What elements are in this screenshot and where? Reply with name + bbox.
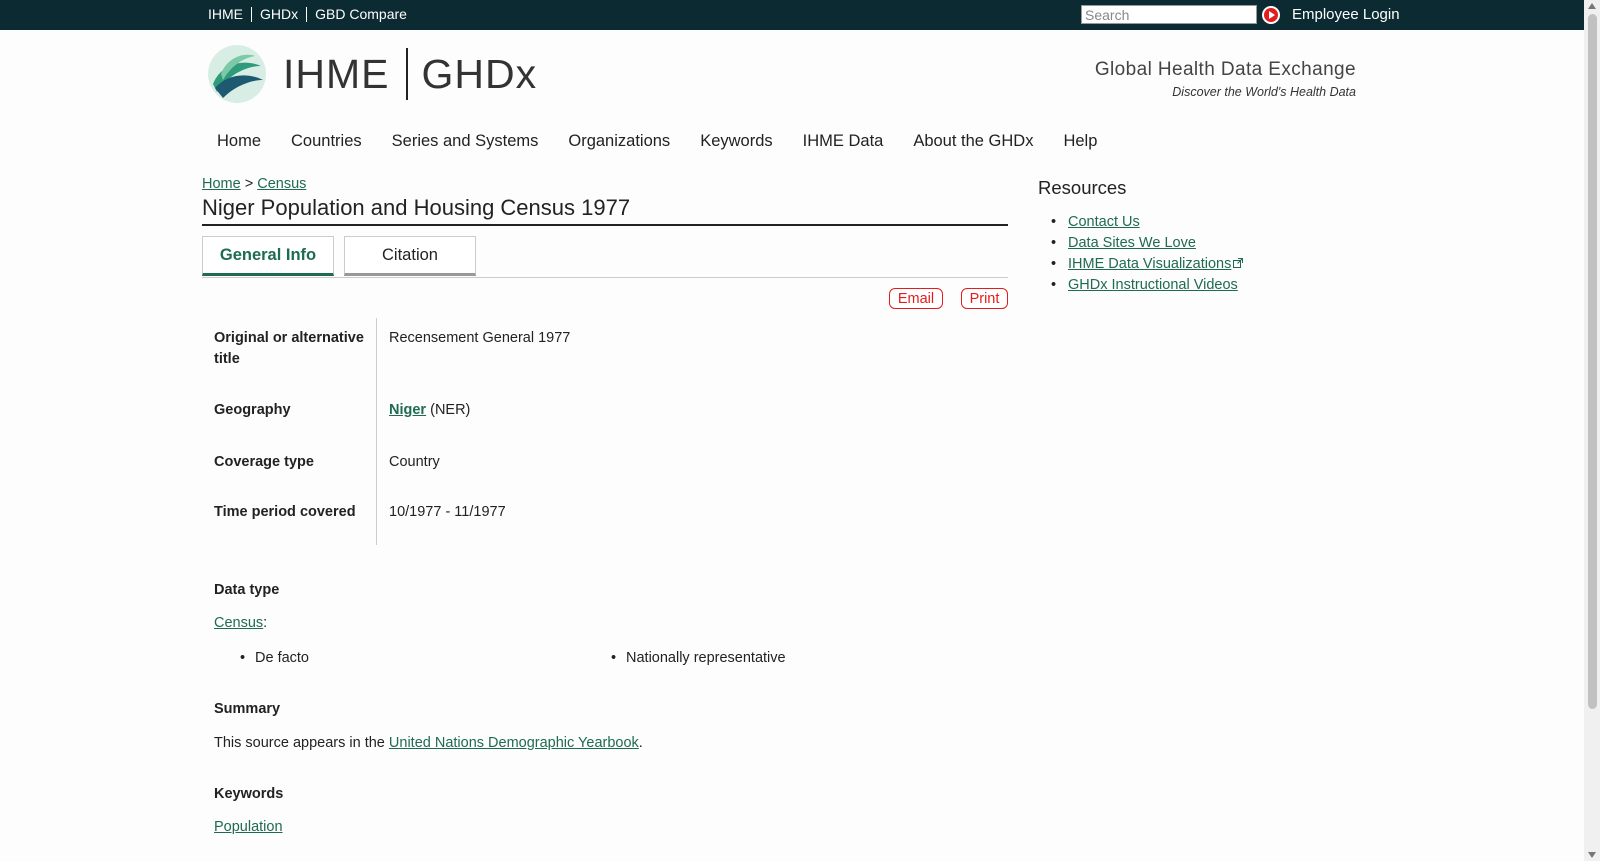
nav-organizations[interactable]: Organizations xyxy=(553,132,685,151)
search-submit-button[interactable] xyxy=(1262,6,1280,24)
info-row-alt-title: Original or alternative title Recensemen… xyxy=(214,318,1008,391)
logo-ghdx-text: GHDx xyxy=(421,50,538,97)
search-input[interactable] xyxy=(1081,5,1257,24)
nav-help[interactable]: Help xyxy=(1048,132,1112,151)
print-button[interactable]: Print xyxy=(961,288,1008,309)
nav-keywords[interactable]: Keywords xyxy=(685,132,787,151)
time-period-value: 10/1977 - 11/1977 xyxy=(389,504,506,520)
info-row-coverage: Coverage type Country xyxy=(214,444,1008,496)
keywords-heading: Keywords xyxy=(214,786,284,802)
page-title: Niger Population and Housing Census 1977 xyxy=(202,195,1008,226)
resources-list: Contact Us Data Sites We Love IHME Data … xyxy=(1051,214,1244,298)
coverage-value: Country xyxy=(389,454,440,470)
main-nav: Home Countries Series and Systems Organi… xyxy=(202,132,1112,151)
keyword-population-link[interactable]: Population xyxy=(214,819,283,835)
resources-item: IHME Data Visualizations xyxy=(1051,256,1244,277)
top-links: IHME GHDx GBD Compare xyxy=(202,7,415,22)
scroll-thumb[interactable] xyxy=(1588,14,1597,709)
nav-countries[interactable]: Countries xyxy=(276,132,377,151)
alt-title-label: Original or alternative title xyxy=(214,318,377,391)
top-link-gbd-compare[interactable]: GBD Compare xyxy=(307,7,415,22)
tab-bar: General Info Citation xyxy=(202,236,1008,278)
resources-title: Resources xyxy=(1038,177,1127,198)
tab-general-info[interactable]: General Info xyxy=(202,236,334,276)
geography-value: Niger (NER) xyxy=(377,391,470,444)
coverage-label: Coverage type xyxy=(214,444,377,496)
top-link-ihme[interactable]: IHME xyxy=(202,7,252,22)
scroll-up-arrow-icon[interactable] xyxy=(1588,3,1596,9)
data-type-census-link[interactable]: Census xyxy=(214,615,263,631)
site-logo[interactable]: IHME GHDx xyxy=(207,44,537,104)
resource-ihme-visualizations-link[interactable]: IHME Data Visualizations xyxy=(1068,256,1231,272)
scroll-down-arrow-icon[interactable] xyxy=(1588,852,1596,858)
nav-ihme-data[interactable]: IHME Data xyxy=(788,132,899,151)
logo-ihme-text: IHME xyxy=(283,50,390,97)
summary-text-before: This source appears in the xyxy=(214,735,389,751)
nav-series-and-systems[interactable]: Series and Systems xyxy=(377,132,554,151)
breadcrumb-home-link[interactable]: Home xyxy=(202,176,241,192)
resources-item: Data Sites We Love xyxy=(1051,235,1243,256)
ihme-leaf-logo-icon xyxy=(208,45,266,103)
top-utility-bar: IHME GHDx GBD Compare Employee Login xyxy=(0,0,1584,30)
employee-login-link[interactable]: Employee Login xyxy=(1292,6,1400,23)
data-type-bullet-de-facto: De facto xyxy=(240,650,309,666)
info-row-time-period: Time period covered 10/1977 - 11/1977 xyxy=(214,496,1008,545)
summary-text-after: . xyxy=(638,735,643,751)
data-type-colon: : xyxy=(263,615,268,631)
time-period-label: Time period covered xyxy=(214,496,377,545)
resources-item: Contact Us xyxy=(1051,214,1243,235)
breadcrumb-separator: > xyxy=(244,176,254,192)
summary-un-yearbook-link[interactable]: United Nations Demographic Yearbook xyxy=(389,735,639,751)
resource-contact-us-link[interactable]: Contact Us xyxy=(1068,214,1140,230)
top-link-ghdx[interactable]: GHDx xyxy=(252,7,308,22)
play-arrow-icon xyxy=(1264,8,1278,22)
nav-about-the-ghdx[interactable]: About the GHDx xyxy=(898,132,1048,151)
info-row-geography: Geography Niger (NER) xyxy=(214,391,1008,444)
data-type-bullet-nationally-representative: Nationally representative xyxy=(611,650,786,666)
logo-divider xyxy=(405,48,408,100)
tagline-subtitle: Discover the World's Health Data xyxy=(1172,85,1356,99)
resource-instructional-videos-link[interactable]: GHDx Instructional Videos xyxy=(1068,277,1238,293)
breadcrumb: Home > Census xyxy=(202,176,306,192)
nav-home[interactable]: Home xyxy=(202,132,276,151)
breadcrumb-census-link[interactable]: Census xyxy=(257,176,306,192)
summary-text: This source appears in the United Nation… xyxy=(214,735,643,751)
email-button[interactable]: Email xyxy=(889,288,943,309)
data-type-line: Census: xyxy=(214,615,267,631)
summary-heading: Summary xyxy=(214,701,281,717)
alt-title-value: Recensement General 1977 xyxy=(389,330,571,346)
geography-niger-link[interactable]: Niger xyxy=(389,402,426,418)
site-tagline: Global Health Data Exchange Discover the… xyxy=(1095,59,1356,99)
geography-label: Geography xyxy=(214,391,377,444)
info-table: Original or alternative title Recensemen… xyxy=(214,318,1008,545)
keywords-line: Population xyxy=(214,819,283,835)
data-type-heading: Data type xyxy=(214,582,280,598)
page-scrollbar[interactable] xyxy=(1584,0,1600,861)
tagline-title: Global Health Data Exchange xyxy=(1094,59,1356,80)
resource-data-sites-link[interactable]: Data Sites We Love xyxy=(1068,235,1196,251)
geography-code: (NER) xyxy=(430,402,471,418)
external-link-icon xyxy=(1233,258,1244,268)
resources-item: GHDx Instructional Videos xyxy=(1051,277,1243,298)
tab-citation[interactable]: Citation xyxy=(344,236,476,276)
